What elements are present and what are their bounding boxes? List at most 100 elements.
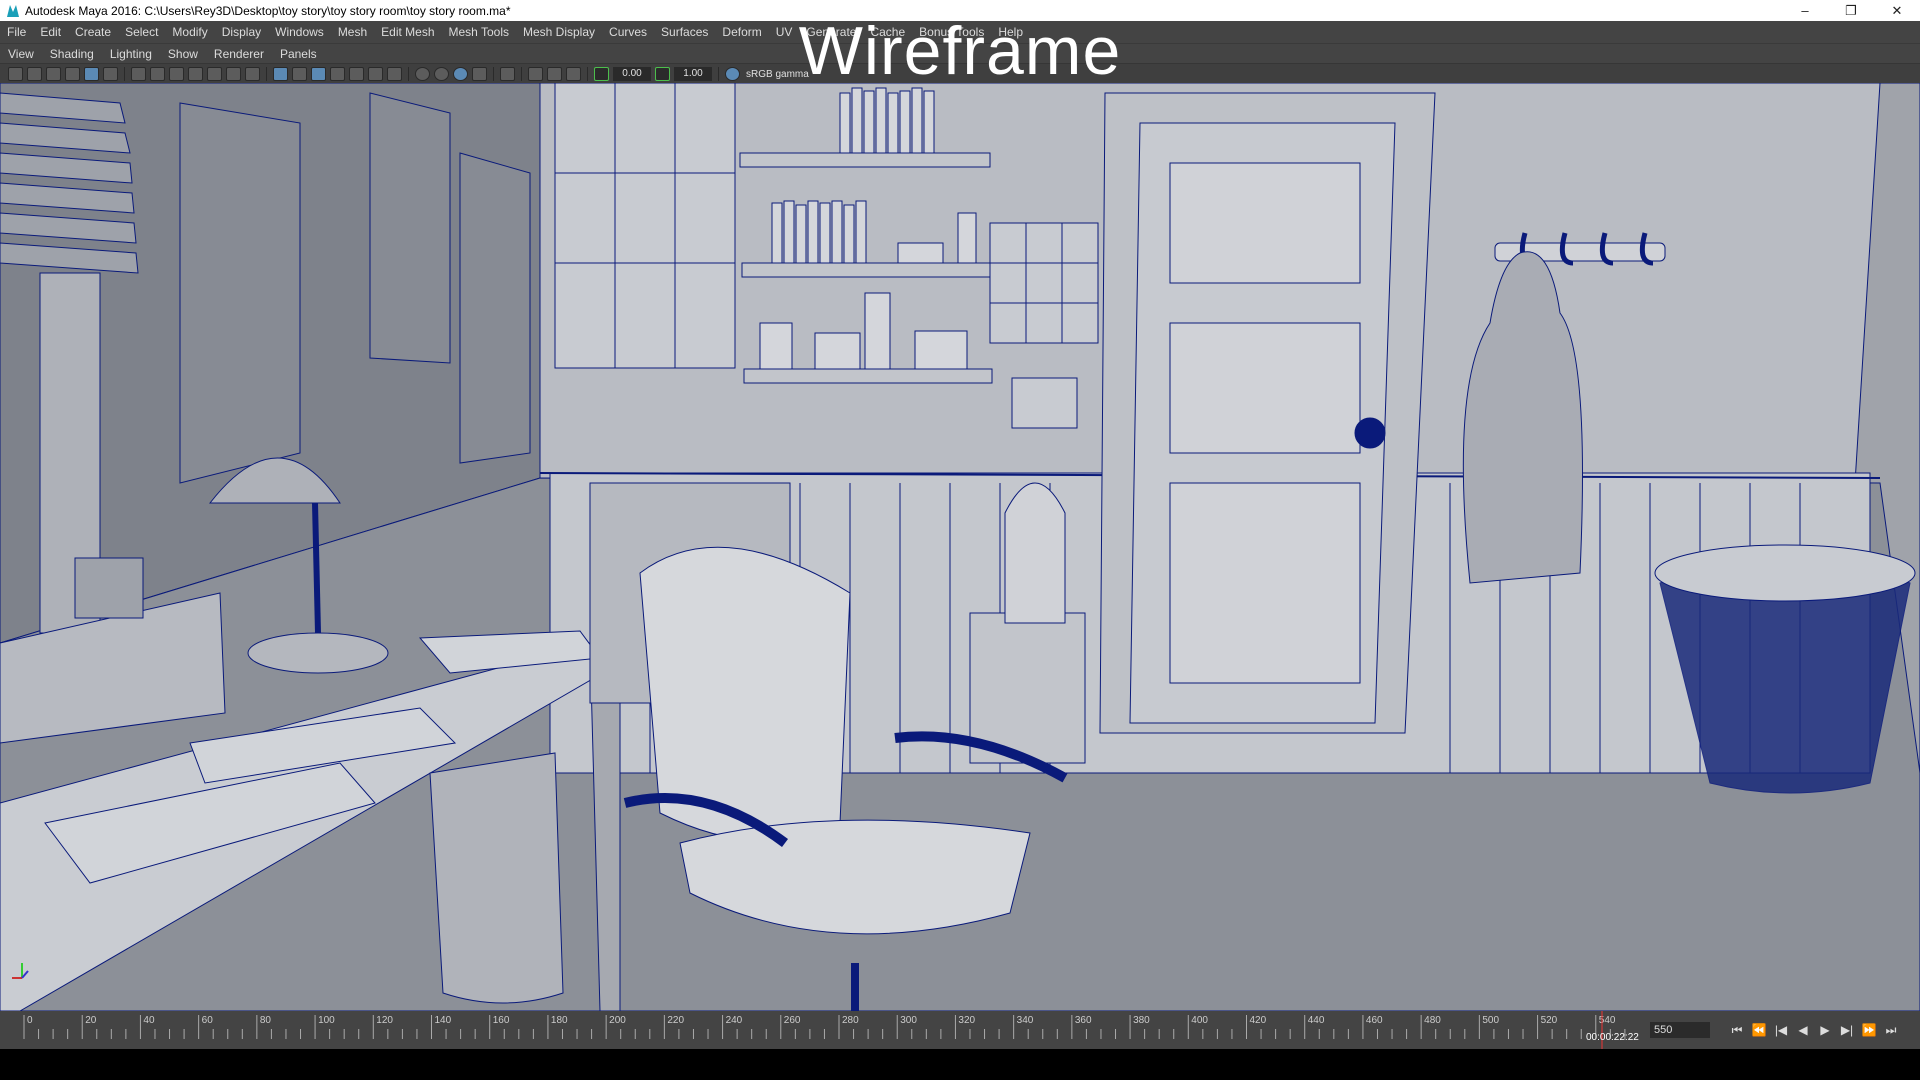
xray-joints-icon[interactable] xyxy=(566,67,581,81)
timecode-readout: 00:00:22:22 xyxy=(1586,1032,1639,1043)
view-transform-label[interactable]: sRGB gamma xyxy=(746,69,809,80)
exposure-field[interactable]: 0.00 xyxy=(613,67,651,81)
menu-modify[interactable]: Modify xyxy=(165,25,214,39)
film-gate-icon[interactable] xyxy=(150,67,165,81)
menu-select[interactable]: Select xyxy=(118,25,165,39)
timeline-tick-label: 140 xyxy=(435,1015,452,1026)
default-material-icon[interactable] xyxy=(330,67,345,81)
gate-mask-icon[interactable] xyxy=(188,67,203,81)
exposure-icon[interactable] xyxy=(594,67,609,81)
left-wall-poster xyxy=(179,102,301,484)
screen-space-ao-icon[interactable] xyxy=(415,67,430,81)
timeline-tick-label: 440 xyxy=(1308,1015,1325,1026)
step-forward-frame-icon[interactable]: ▶| xyxy=(1836,1020,1858,1040)
motion-blur-icon[interactable] xyxy=(434,67,449,81)
panel-menu-show[interactable]: Show xyxy=(160,47,206,61)
panel-menu-shading[interactable]: Shading xyxy=(42,47,102,61)
xray-icon[interactable] xyxy=(528,67,543,81)
menu-uv[interactable]: UV xyxy=(769,25,800,39)
safe-title-icon[interactable] xyxy=(245,67,260,81)
menu-mesh-tools[interactable]: Mesh Tools xyxy=(442,25,516,39)
step-forward-key-icon[interactable]: ⏩ xyxy=(1858,1020,1880,1040)
window-title: Autodesk Maya 2016: C:\Users\Rey3D\Deskt… xyxy=(25,3,511,18)
step-back-frame-icon[interactable]: |◀ xyxy=(1770,1020,1792,1040)
timeline-tick-label: 280 xyxy=(842,1015,859,1026)
go-to-end-icon[interactable]: ⏭ xyxy=(1880,1020,1902,1040)
menu-mesh-display[interactable]: Mesh Display xyxy=(516,25,602,39)
menu-generate[interactable]: Generate xyxy=(799,25,863,39)
step-back-key-icon[interactable]: ⏪ xyxy=(1748,1020,1770,1040)
timeline-tick-label: 460 xyxy=(1366,1015,1383,1026)
field-chart-icon[interactable] xyxy=(207,67,222,81)
timeline-tick-label: 520 xyxy=(1541,1015,1558,1026)
menu-windows[interactable]: Windows xyxy=(268,25,331,39)
menu-deform[interactable]: Deform xyxy=(715,25,768,39)
panel-menu-lighting[interactable]: Lighting xyxy=(102,47,160,61)
timeline-tick-label: 100 xyxy=(318,1015,335,1026)
maximize-button[interactable]: ❐ xyxy=(1828,0,1874,21)
go-to-start-icon[interactable]: ⏮ xyxy=(1726,1020,1748,1040)
resolution-gate-icon[interactable] xyxy=(169,67,184,81)
bookmark-icon[interactable] xyxy=(46,67,61,81)
safe-action-icon[interactable] xyxy=(226,67,241,81)
grid-icon[interactable] xyxy=(131,67,146,81)
panel-menu-view[interactable]: View xyxy=(0,47,42,61)
timeline-tick-label: 40 xyxy=(143,1015,155,1026)
wireframe-on-shaded-icon[interactable] xyxy=(311,67,326,81)
perspective-viewport[interactable] xyxy=(0,83,1920,1011)
textured-icon[interactable] xyxy=(349,67,364,81)
2d-pan-zoom-icon[interactable] xyxy=(84,67,99,81)
panel-menu-renderer[interactable]: Renderer xyxy=(206,47,272,61)
multisample-aa-icon[interactable] xyxy=(453,67,468,81)
time-ruler[interactable]: 0 20 40 60 80 100 120 140 160 180 200 220 240 260 280 3… xyxy=(12,1011,1642,1049)
depth-of-field-icon[interactable] xyxy=(472,67,487,81)
close-button[interactable]: ✕ xyxy=(1874,0,1920,21)
trash-bin xyxy=(429,752,564,1004)
menu-display[interactable]: Display xyxy=(215,25,268,39)
menu-help[interactable]: Help xyxy=(991,25,1030,39)
door-knob xyxy=(1354,417,1386,449)
menu-bonus-tools[interactable]: Bonus Tools xyxy=(912,25,991,39)
panel-menu-panels[interactable]: Panels xyxy=(272,47,325,61)
door xyxy=(1099,92,1436,734)
timeline-tick-label: 20 xyxy=(85,1015,97,1026)
menu-create[interactable]: Create xyxy=(68,25,118,39)
timeline-tick-label: 540 xyxy=(1599,1015,1616,1026)
xray-active-components-icon[interactable] xyxy=(547,67,562,81)
current-frame-field[interactable]: 550 xyxy=(1650,1022,1710,1038)
camera-attributes-icon[interactable] xyxy=(27,67,42,81)
menu-curves[interactable]: Curves xyxy=(602,25,654,39)
time-slider[interactable]: 0 20 40 60 80 100 120 140 160 180 200 220 240 260 280 3… xyxy=(0,1011,1920,1049)
menu-file[interactable]: File xyxy=(0,25,33,39)
timeline-tick-label: 60 xyxy=(202,1015,214,1026)
timeline-tick-label: 340 xyxy=(1017,1015,1034,1026)
select-camera-icon[interactable] xyxy=(8,67,23,81)
left-wall-grid-poster xyxy=(369,92,451,364)
gamma-icon[interactable] xyxy=(655,67,670,81)
grease-pencil-icon[interactable] xyxy=(103,67,118,81)
color-management-icon[interactable] xyxy=(725,67,740,81)
panel-menu-bar: View Shading Lighting Show Renderer Pane… xyxy=(0,43,1920,64)
timeline-tick-label: 380 xyxy=(1133,1015,1150,1026)
scene-render xyxy=(0,83,1920,1011)
use-all-lights-icon[interactable] xyxy=(368,67,383,81)
back-wall-poster xyxy=(554,83,736,369)
menu-surfaces[interactable]: Surfaces xyxy=(654,25,715,39)
menu-mesh[interactable]: Mesh xyxy=(331,25,374,39)
isolate-select-icon[interactable] xyxy=(500,67,515,81)
shadows-icon[interactable] xyxy=(387,67,402,81)
play-backward-icon[interactable]: ◀ xyxy=(1792,1020,1814,1040)
menu-cache[interactable]: Cache xyxy=(863,25,912,39)
timeline-tick-label: 360 xyxy=(1075,1015,1092,1026)
menu-edit-mesh[interactable]: Edit Mesh xyxy=(374,25,441,39)
minimize-button[interactable]: – xyxy=(1782,0,1828,21)
image-plane-icon[interactable] xyxy=(65,67,80,81)
maya-logo-icon xyxy=(7,4,19,17)
timeline-tick-label: 240 xyxy=(726,1015,743,1026)
wireframe-icon[interactable] xyxy=(273,67,288,81)
menu-edit[interactable]: Edit xyxy=(33,25,68,39)
smooth-shade-icon[interactable] xyxy=(292,67,307,81)
main-menu-bar: File Edit Create Select Modify Display W… xyxy=(0,21,1920,43)
play-forward-icon[interactable]: ▶ xyxy=(1814,1020,1836,1040)
gamma-field[interactable]: 1.00 xyxy=(674,67,712,81)
